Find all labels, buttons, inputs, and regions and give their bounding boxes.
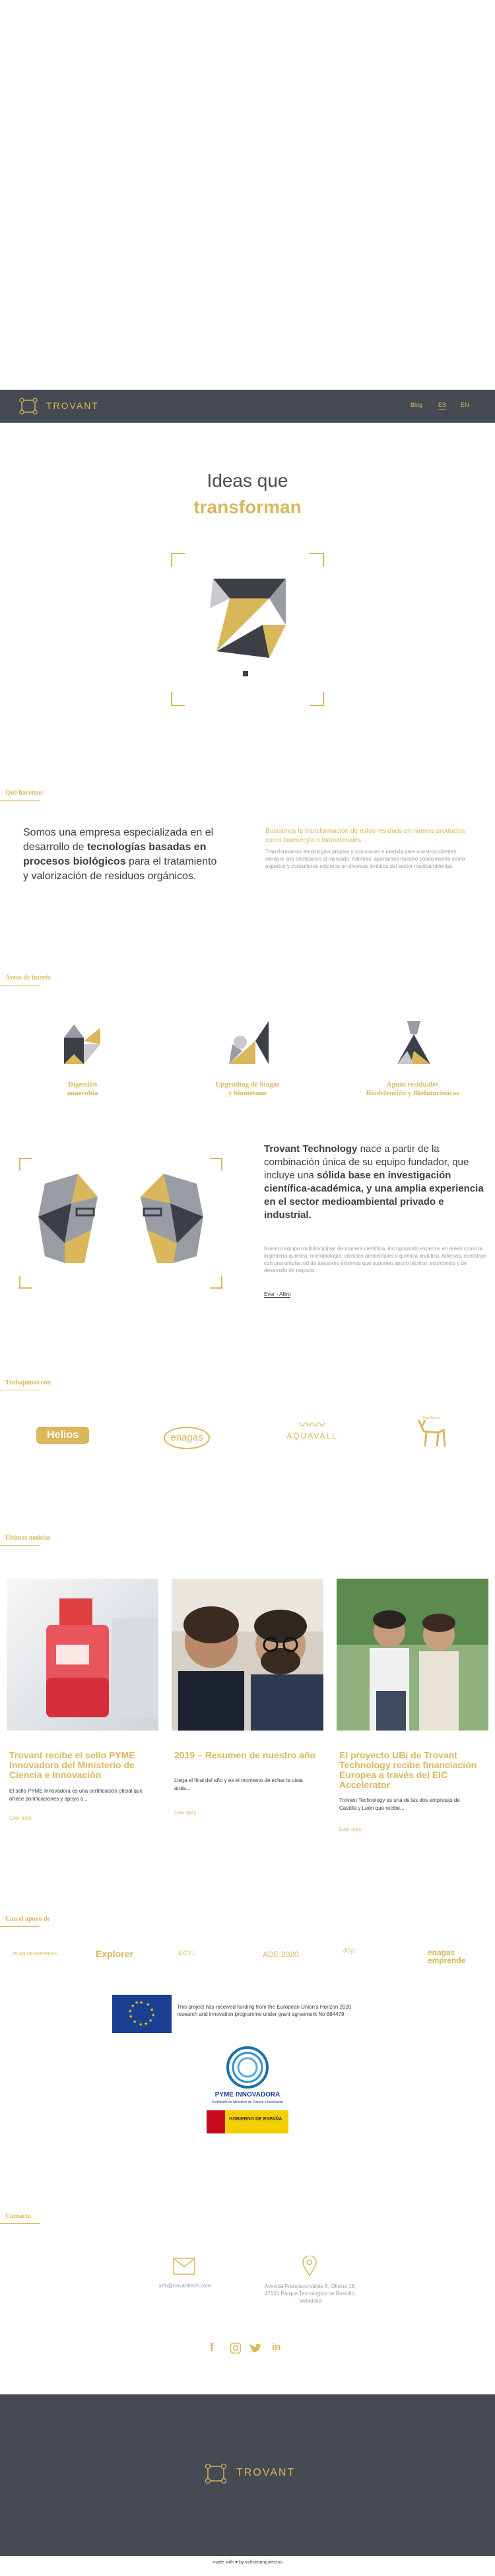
support-logo-jcyl: JCyL — [343, 1947, 357, 1954]
wastewater-icon — [397, 1021, 430, 1064]
section-divider — [0, 1926, 40, 1927]
hero-line-2: transforman — [193, 497, 302, 517]
section-title-news: Últimas noticias — [5, 1534, 51, 1542]
footer-logo-icon[interactable] — [201, 2462, 230, 2486]
support-logo-ade: ADE 2020 — [263, 1950, 299, 1959]
section-title-support: Con el apoyo de — [5, 1915, 51, 1923]
eu-flag-icon: ★ ★★★ ★★★★ ★★★★ — [112, 1995, 172, 2033]
news-2-image[interactable] — [172, 1579, 323, 1731]
news-3-image[interactable] — [337, 1579, 488, 1731]
news-3-excerpt: Trovant Technology es una de las dos emp… — [339, 1797, 460, 1811]
founders-link[interactable]: Ever - Allint — [264, 1291, 291, 1298]
client-logo-deer: Gran Ciervo — [422, 1416, 440, 1420]
area-2-label: Upgrading de biogas y biometano — [215, 1081, 280, 1097]
about-lead: Somos una empresa especializada en el de… — [23, 827, 217, 882]
top-navbar: TROVANT Blog ES EN — [0, 390, 495, 423]
section-title-areas: Áreas de interés — [5, 974, 51, 982]
pyme-subtitle: Certificado de Ministerio de Ciencia e I… — [211, 2100, 284, 2104]
deer-logo-icon — [417, 1419, 446, 1447]
founders-text: Nuestro equipo multidisciplinar de maner… — [264, 1246, 487, 1273]
svg-text:★: ★ — [139, 2022, 143, 2027]
news-1-excerpt: El sello PYME Innovadora es una certific… — [9, 1788, 143, 1802]
digestion-icon — [64, 1024, 100, 1064]
hero-illustration — [171, 553, 324, 706]
instagram-icon[interactable] — [230, 2342, 242, 2354]
biogas-icon — [229, 1021, 269, 1064]
pyme-innovadora-logo — [226, 2046, 269, 2089]
svg-text:★: ★ — [144, 2021, 148, 2026]
svg-text:★: ★ — [146, 2002, 150, 2007]
svg-text:★: ★ — [150, 2007, 154, 2013]
support-logo-ecyl: ECYL — [178, 1950, 197, 1956]
news-3-read-more[interactable]: Leer más — [339, 1826, 361, 1832]
eu-funding-text: This project has received funding from t… — [177, 2004, 352, 2017]
news-3-title[interactable]: El proyecto UBi de Trovant Technology re… — [339, 1750, 484, 1790]
trovant-logo-icon[interactable] — [16, 397, 41, 415]
section-divider — [0, 800, 40, 801]
svg-text:★: ★ — [135, 2000, 139, 2005]
linkedin-icon[interactable]: in — [272, 2342, 280, 2353]
twitter-icon[interactable] — [249, 2343, 263, 2353]
section-title-contact: Contacto — [5, 2213, 31, 2220]
section-divider — [0, 1545, 40, 1546]
nav-lang-en[interactable]: EN — [461, 402, 469, 408]
svg-text:★: ★ — [148, 2018, 152, 2023]
email-icon — [173, 2258, 195, 2275]
svg-text:★: ★ — [129, 2014, 133, 2019]
news-1-title[interactable]: Trovant recibe el sello PYME Innovadora … — [9, 1750, 154, 1780]
section-divider — [0, 2223, 40, 2224]
spain-flag-icon — [207, 2110, 225, 2133]
news-2-title[interactable]: 2019 – Resumen de nuestro año — [174, 1750, 319, 1760]
footer: TROVANT — [0, 2394, 495, 2556]
section-title-clients: Trabajamos con — [5, 1379, 51, 1386]
founders-illustration — [19, 1158, 222, 1289]
news-2-read-more[interactable]: Leer más — [174, 1810, 196, 1816]
spain-gov-badge: GOBIERNO DE ESPAÑA — [207, 2110, 288, 2133]
about-right-text: Transformamos tecnologías propias y solu… — [265, 849, 465, 869]
nav-lang-es[interactable]: ES — [438, 402, 447, 410]
founders-title: Trovant Technology nace a partir de la c… — [264, 1143, 484, 1221]
gov-text: GOBIERNO DE ESPAÑA — [229, 2117, 282, 2122]
facebook-icon[interactable]: f — [210, 2341, 214, 2354]
support-logo-enagas-emprende: enagas emprende — [428, 1948, 466, 1965]
area-1-label: Digestión anaerobia — [67, 1081, 98, 1097]
contact-address: Avenida Francisco Vallés 8, Oficina 18, … — [264, 2283, 356, 2304]
hero-line-1: Ideas que — [207, 470, 288, 491]
svg-text:★: ★ — [133, 2019, 137, 2024]
about-right-title: Buscamos la transformación de estos resi… — [265, 828, 465, 844]
waves-icon: 〰〰 — [299, 1418, 325, 1433]
client-logo-helios: Helios — [36, 1427, 89, 1444]
svg-text:★: ★ — [151, 2013, 155, 2018]
brand-name[interactable]: TROVANT — [46, 400, 99, 411]
client-logo-aquavall: AQUAVALL — [286, 1431, 338, 1441]
svg-text:★: ★ — [139, 2000, 143, 2005]
news-1-image[interactable] — [7, 1579, 158, 1731]
svg-text:★: ★ — [128, 2009, 132, 2014]
contact-email[interactable]: info@trovanttech.com — [139, 2283, 231, 2289]
pyme-title: PYME INNOVADORA — [214, 2091, 280, 2098]
footer-credit[interactable]: made with ♥ by indiseoarquitectos — [0, 2560, 495, 2565]
location-pin-icon — [302, 2256, 317, 2277]
news-2-excerpt: Llega el final del año y es el momento d… — [174, 1777, 303, 1791]
news-1-read-more[interactable]: Leer más — [9, 1815, 31, 1821]
section-title-about: Qué hacemos — [5, 789, 43, 797]
client-logo-enagas: enagas — [164, 1427, 210, 1449]
support-logo-explorer: Explorer — [96, 1949, 133, 1959]
support-logo-plan: PLAN DE EMPRESA — [13, 1952, 57, 1956]
footer-brand[interactable]: TROVANT — [236, 2467, 295, 2479]
area-3-label: Aguas residuales Biodefensión y Biofuturí… — [366, 1081, 459, 1097]
nav-blog[interactable]: Blog — [411, 402, 422, 408]
